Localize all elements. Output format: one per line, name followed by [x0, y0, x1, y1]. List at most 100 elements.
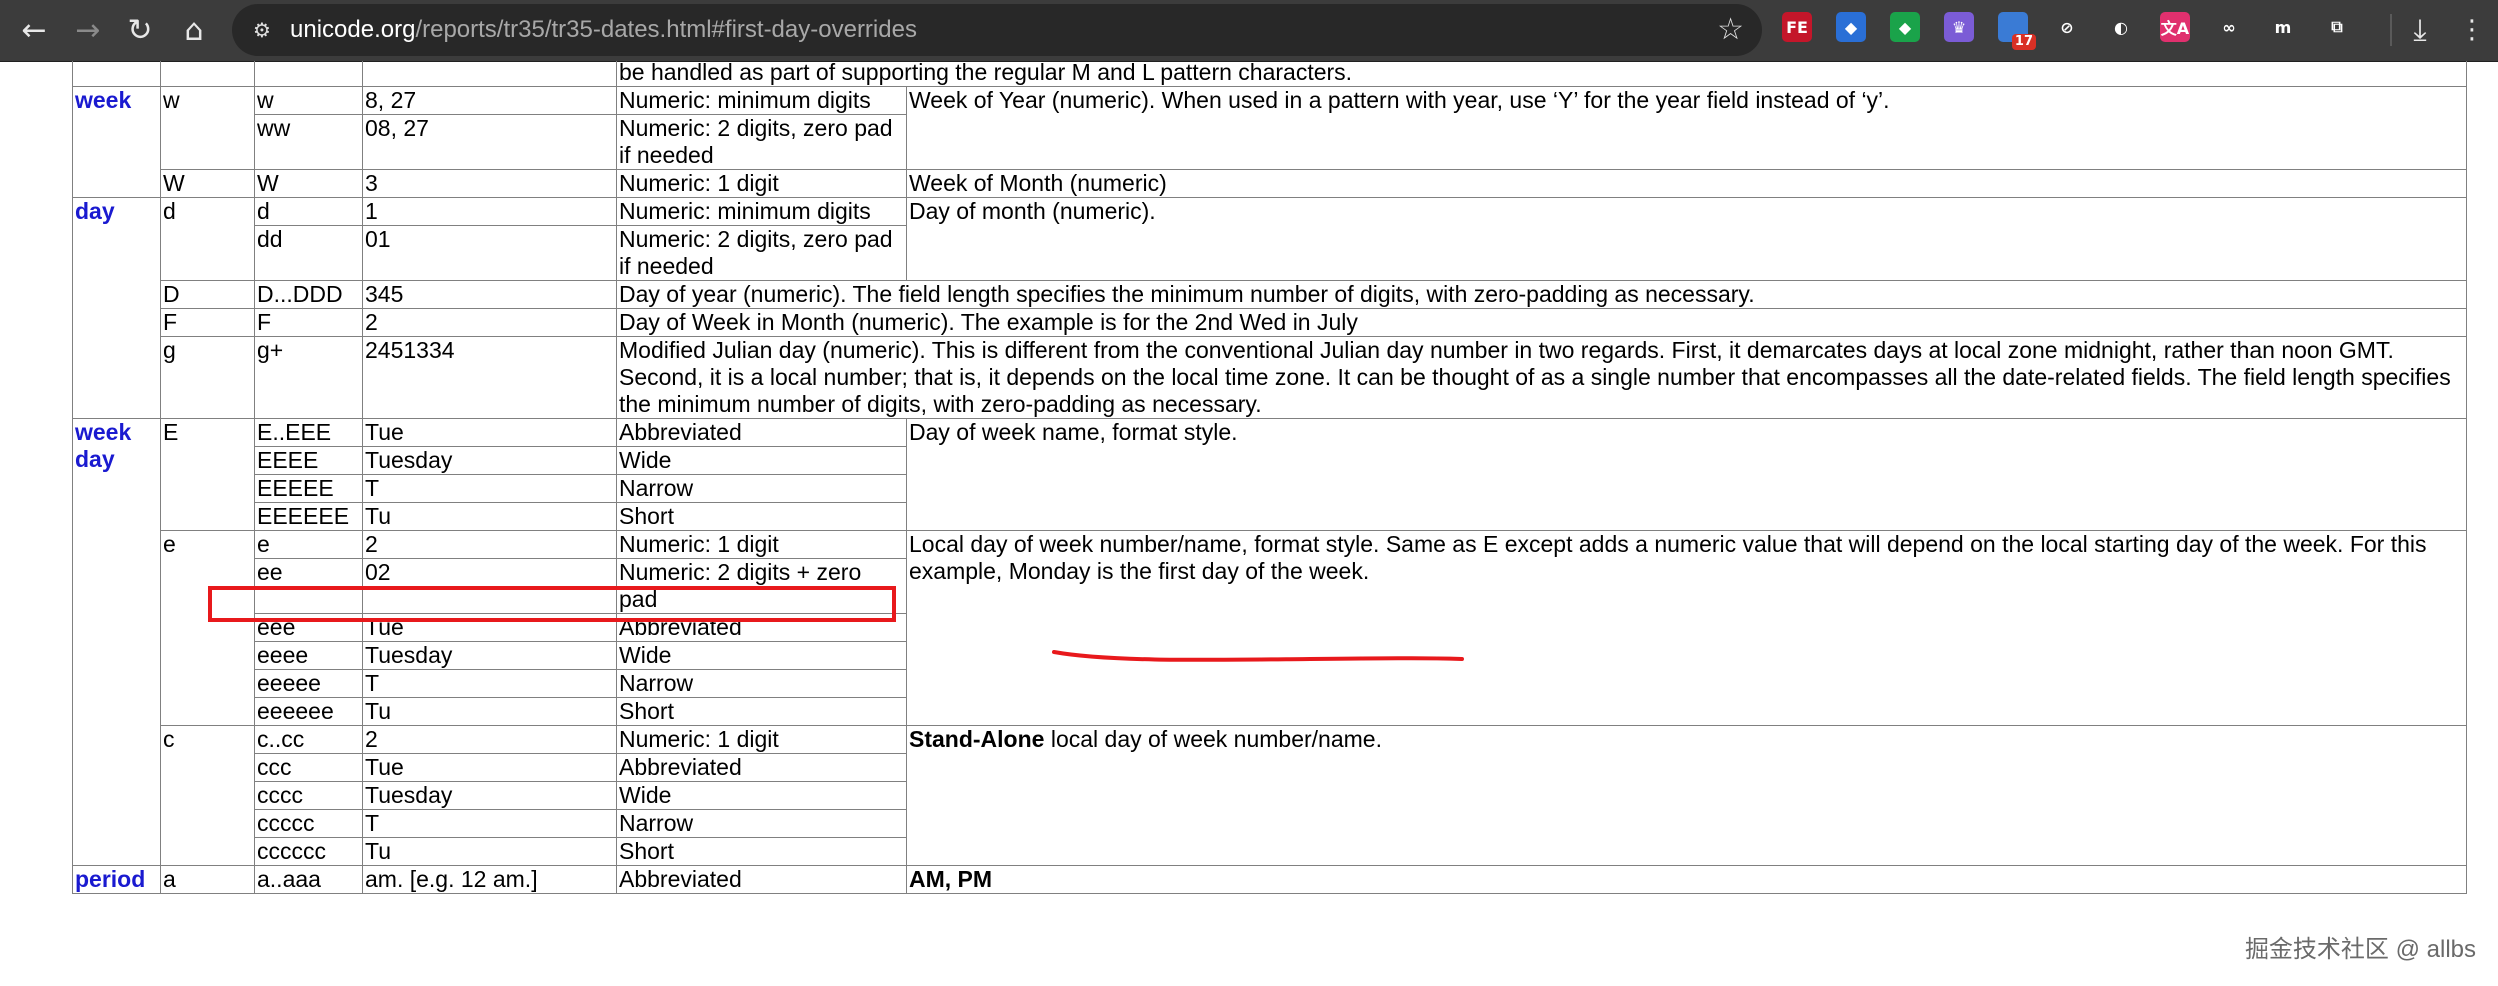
- desc-bold: AM, PM: [909, 866, 993, 892]
- field-day: day: [72, 197, 161, 419]
- format-cell: Short: [616, 697, 907, 726]
- example-cell: 8, 27: [362, 86, 617, 115]
- symbol-cell: e: [160, 530, 255, 726]
- pattern-cell: eeeee: [254, 669, 363, 698]
- back-arrow-icon[interactable]: ←: [14, 10, 54, 50]
- pattern-cell: dd: [254, 225, 363, 281]
- format-cell: Numeric: minimum digits: [616, 197, 907, 226]
- crown-icon[interactable]: ♛: [1944, 12, 1974, 42]
- red-highlight-box: [208, 586, 896, 622]
- address-bar[interactable]: ⚙ unicode.org/reports/tr35/tr35-dates.ht…: [232, 4, 1762, 56]
- table-row: week w w 8, 27 Numeric: minimum digits W…: [72, 86, 2467, 198]
- example-cell: am. [e.g. 12 am.]: [362, 865, 617, 894]
- example-cell: 3: [362, 169, 617, 198]
- pattern-cell: W: [254, 169, 363, 198]
- watermark: 掘金技术社区 @ allbs: [2244, 936, 2476, 963]
- symbol-cell: w: [160, 86, 255, 170]
- format-cell: Wide: [616, 446, 907, 475]
- download-icon[interactable]: ⤓: [2400, 10, 2440, 50]
- pattern-cell: c..cc: [254, 725, 363, 754]
- desc-cell: be handled as part of supporting the reg…: [616, 61, 2467, 87]
- translate-icon[interactable]: 文A: [2160, 12, 2190, 42]
- gem-icon[interactable]: ◆: [1836, 12, 1866, 42]
- pattern-cell: ww: [254, 114, 363, 170]
- example-cell: Tuesday: [362, 446, 617, 475]
- desc-cell: Local day of week number/name, format st…: [906, 530, 2467, 726]
- symbol-cell: c: [160, 725, 255, 866]
- example-cell: T: [362, 669, 617, 698]
- pattern-cell: F: [254, 308, 363, 337]
- desc-cell: Day of year (numeric). The field length …: [616, 280, 2467, 309]
- desc-cell: Day of week name, format style.: [906, 418, 2467, 531]
- field-week-day: week day: [72, 418, 161, 866]
- fe-icon[interactable]: FE: [1782, 12, 1812, 42]
- format-cell: Numeric: 1 digit: [616, 530, 907, 559]
- site-info-icon[interactable]: ⚙: [246, 14, 278, 46]
- field-label-line2: day: [75, 446, 115, 472]
- badge-icon[interactable]: 17: [1998, 12, 2036, 50]
- example-cell: 08, 27: [362, 114, 617, 170]
- symbol-cell: W: [160, 169, 255, 198]
- pattern-cell: eeeeee: [254, 697, 363, 726]
- extension-badge: 17: [2011, 34, 2036, 50]
- table-row: D D...DDD 345 Day of year (numeric). The…: [73, 280, 2467, 309]
- puzzle-icon[interactable]: ⧉: [2322, 12, 2352, 42]
- format-cell: Abbreviated: [616, 418, 907, 447]
- desc-text: local day of week number/name.: [1044, 726, 1382, 752]
- pattern-cell: EEEEEE: [254, 502, 363, 531]
- desc-cell: Day of Week in Month (numeric). The exam…: [616, 308, 2467, 337]
- symbol-cell: D: [160, 280, 255, 309]
- table-row: W W 3 Numeric: 1 digit Week of Month (nu…: [73, 169, 2467, 198]
- table-row: day d d 1 Numeric: minimum digits Day of…: [72, 197, 2467, 419]
- pattern-cell: e: [254, 530, 363, 559]
- table-row: c c..cc 2 Numeric: 1 digit Stand-Alone l…: [73, 725, 2467, 866]
- table-row: be handled as part of supporting the reg…: [72, 61, 2467, 87]
- symbol-cell: g: [160, 336, 255, 419]
- toolbar-separator: [2390, 14, 2392, 46]
- format-cell: Numeric: 1 digit: [616, 169, 907, 198]
- field-period: period: [72, 865, 161, 894]
- format-cell: Abbreviated: [616, 865, 907, 894]
- reload-icon[interactable]: ↻: [120, 10, 160, 50]
- symbol-cell: F: [160, 308, 255, 337]
- desc-cell: Week of Year (numeric). When used in a p…: [906, 86, 2467, 170]
- url-text[interactable]: unicode.org/reports/tr35/tr35-dates.html…: [290, 16, 917, 44]
- example-cell: T: [362, 809, 617, 838]
- format-cell: Numeric: 2 digits, zero pad if needed: [616, 114, 907, 170]
- pattern-cell: ccc: [254, 753, 363, 782]
- example-cell: 345: [362, 280, 617, 309]
- example-cell: 2: [362, 530, 617, 559]
- desc-cell: Stand-Alone local day of week number/nam…: [906, 725, 2467, 866]
- globe-icon[interactable]: ◐: [2106, 12, 2136, 42]
- symbol-cell: d: [160, 197, 255, 281]
- pattern-cell: d: [254, 197, 363, 226]
- pattern-cell: cccc: [254, 781, 363, 810]
- home-icon[interactable]: ⌂: [174, 10, 214, 50]
- tag-icon[interactable]: ◆: [1890, 12, 1920, 42]
- table-row: e e 2 Numeric: 1 digit Local day of week…: [73, 530, 2467, 726]
- m-icon[interactable]: m: [2268, 12, 2298, 42]
- table-row: week day E E..EEE Tue Abbreviated Day of …: [72, 418, 2467, 866]
- format-cell: Numeric: 2 digits, zero pad if needed: [616, 225, 907, 281]
- menu-dots-icon[interactable]: ⋮: [2452, 10, 2492, 50]
- example-cell: Tue: [362, 753, 617, 782]
- desc-cell: Modified Julian day (numeric). This is d…: [616, 336, 2467, 419]
- pattern-cell: D...DDD: [254, 280, 363, 309]
- example-cell: Tuesday: [362, 781, 617, 810]
- bookmark-star-icon[interactable]: ☆: [1717, 12, 1744, 47]
- desc-cell: Day of month (numeric).: [906, 197, 2467, 281]
- desc-cell: Week of Month (numeric): [906, 169, 2467, 198]
- url-host: unicode.org: [290, 16, 416, 43]
- example-cell: Tu: [362, 502, 617, 531]
- block-icon[interactable]: ⊘: [2052, 12, 2082, 42]
- format-cell: Narrow: [616, 669, 907, 698]
- desc-cell: AM, PM: [906, 865, 2467, 894]
- table-row: g g+ 2451334 Modified Julian day (numeri…: [73, 336, 2467, 419]
- glasses-icon[interactable]: ∞: [2214, 12, 2244, 42]
- example-cell: 01: [362, 225, 617, 281]
- format-cell: Numeric: 1 digit: [616, 725, 907, 754]
- table-row: period a a..aaa am. [e.g. 12 am.] Abbrev…: [72, 865, 2467, 894]
- forward-arrow-icon[interactable]: →: [68, 10, 108, 50]
- red-underline-annotation: [1052, 650, 1464, 662]
- symbol-cell: E: [160, 418, 255, 531]
